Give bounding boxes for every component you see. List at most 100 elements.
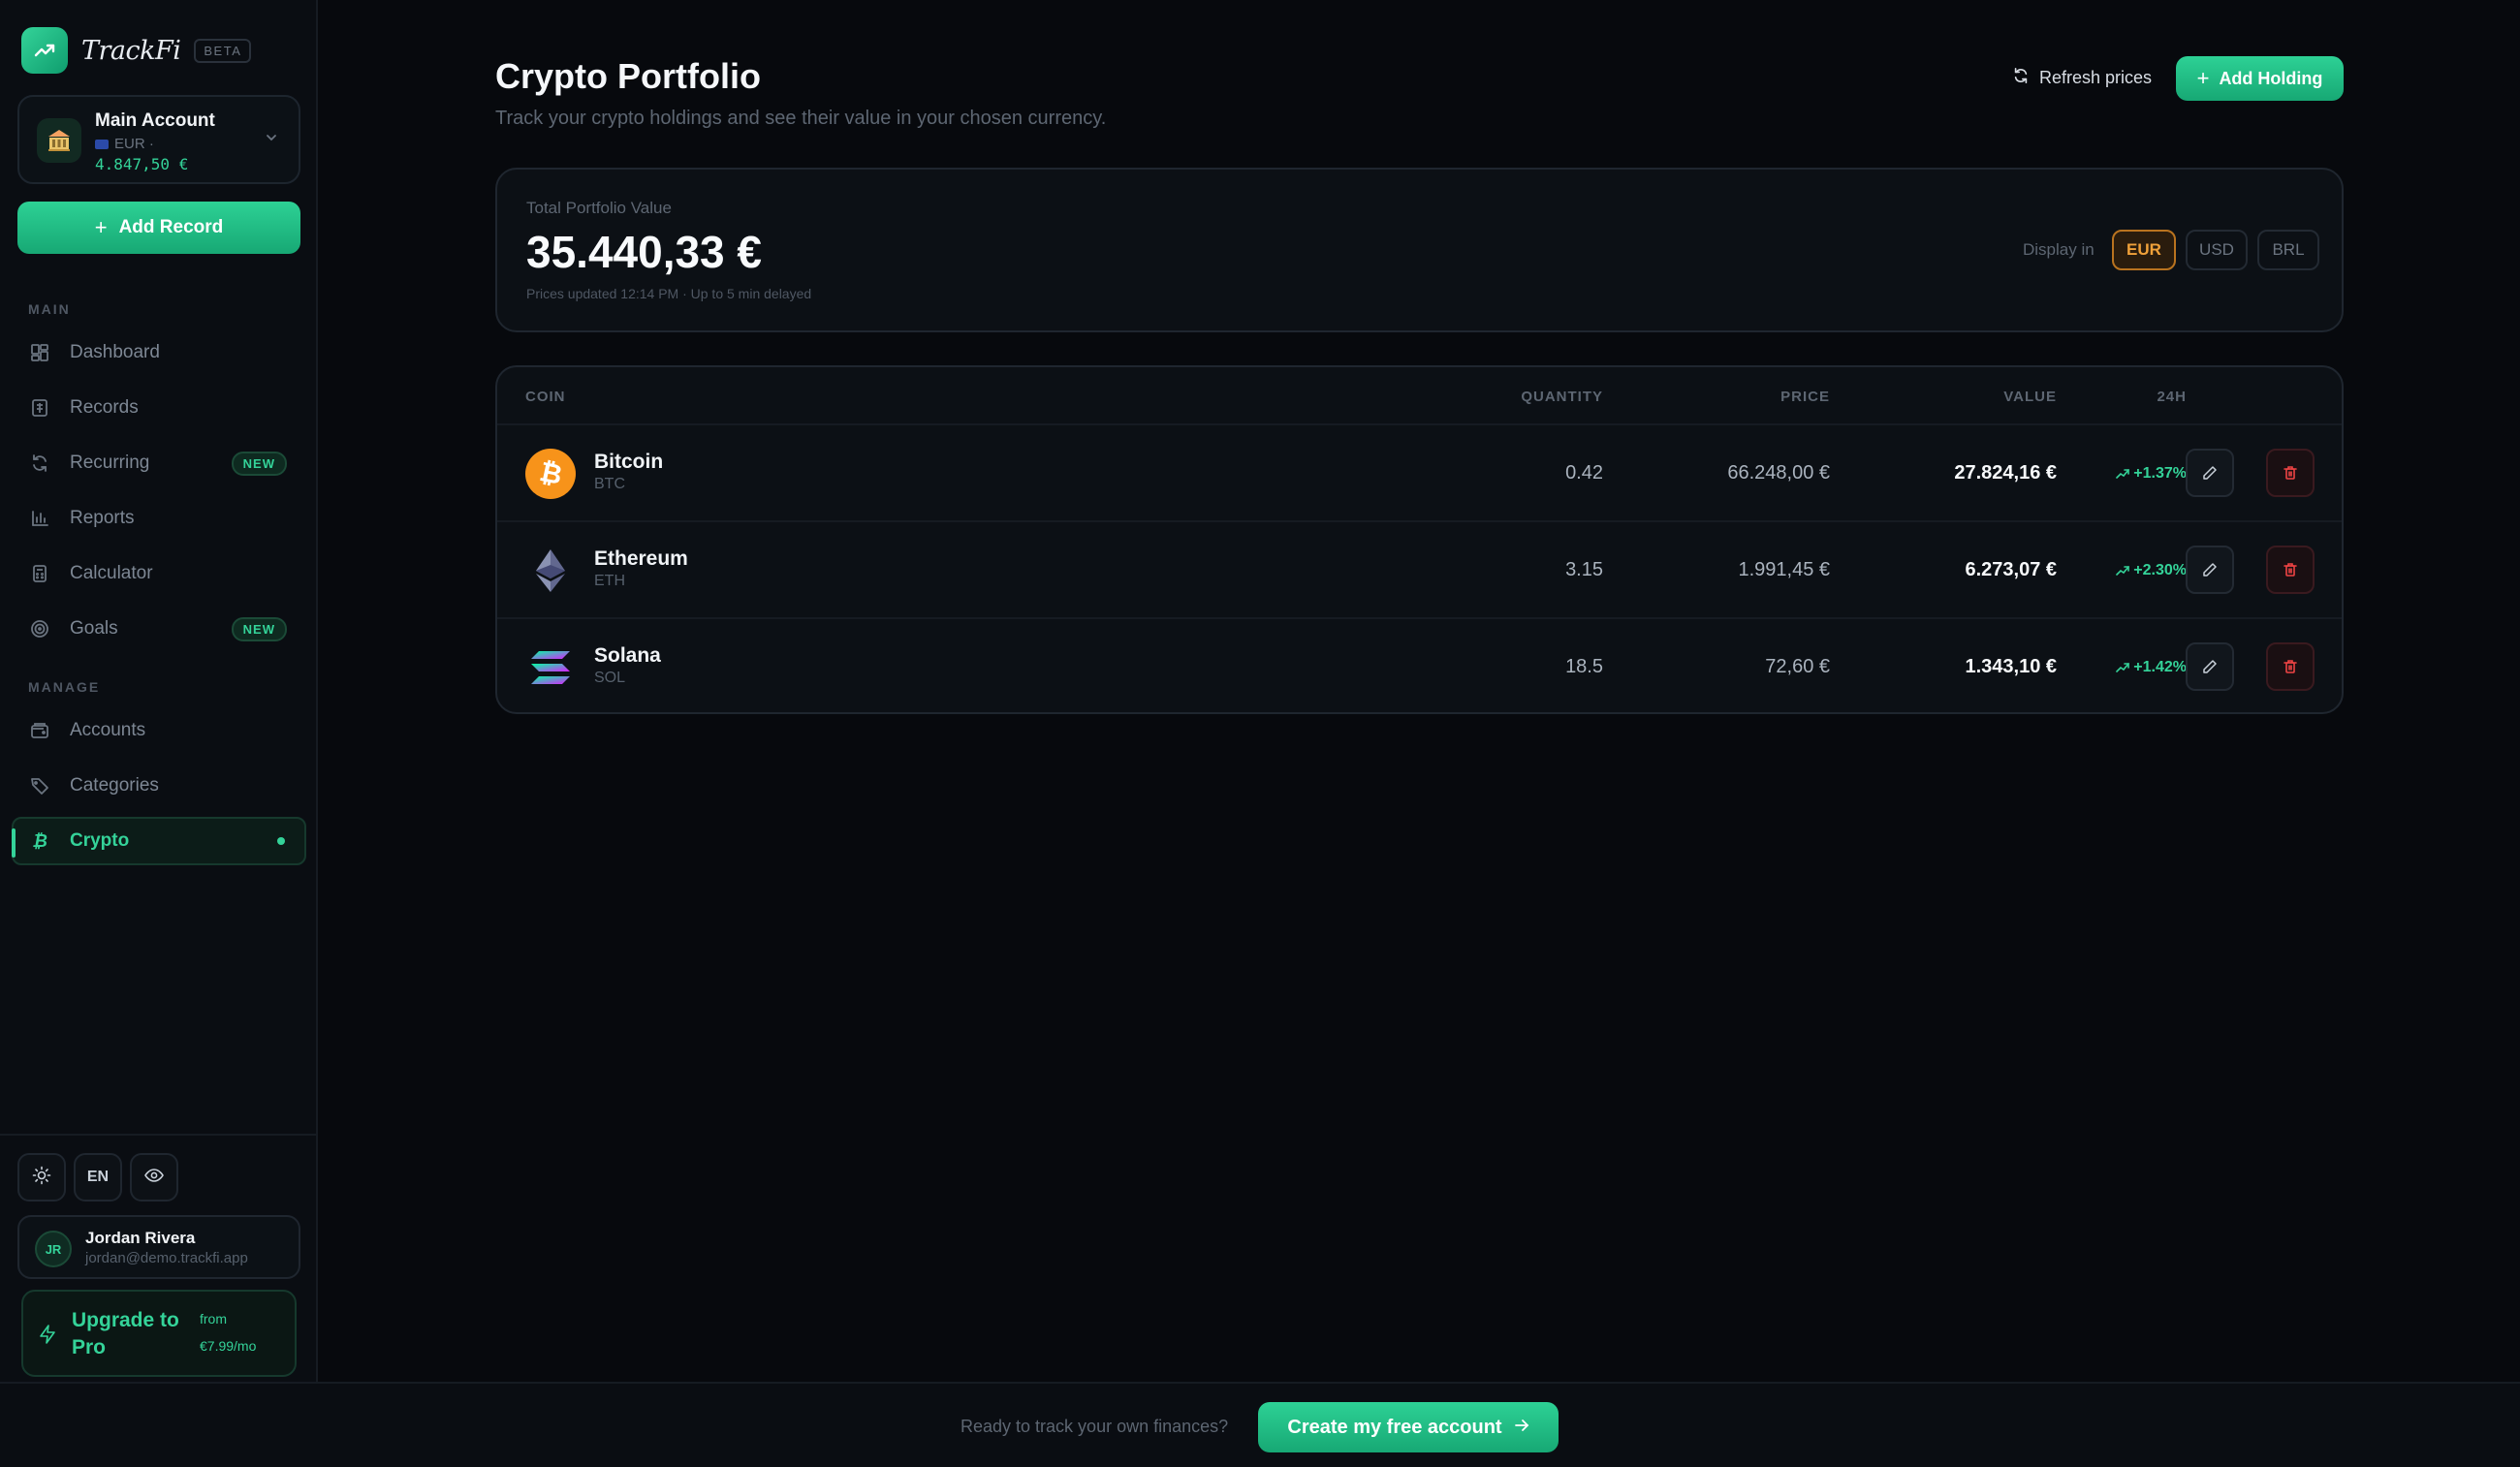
bitcoin-icon: ₿ xyxy=(32,830,47,851)
delete-button[interactable] xyxy=(2266,449,2315,497)
user-email: jordan@demo.trackfi.app xyxy=(85,1250,248,1266)
sidebar-item-recurring[interactable]: Recurring NEW xyxy=(14,439,304,487)
signup-banner: Ready to track your own finances? Create… xyxy=(0,1382,2520,1467)
nav-section-main: MAIN xyxy=(28,301,71,317)
sidebar-item-records[interactable]: Records xyxy=(14,384,304,432)
pencil-icon xyxy=(2203,466,2217,480)
user-profile[interactable]: JR Jordan Rivera jordan@demo.trackfi.app xyxy=(17,1215,300,1279)
new-badge: NEW xyxy=(231,616,287,641)
chevron-down-icon xyxy=(264,130,279,150)
refresh-icon xyxy=(2012,67,2030,89)
create-account-label: Create my free account xyxy=(1287,1416,1502,1438)
column-header-value: VALUE xyxy=(2003,389,2057,405)
goals-icon xyxy=(29,618,50,640)
coin-change-label: +2.30% xyxy=(2133,562,2187,578)
coin-quantity: 0.42 xyxy=(1565,462,1603,484)
sidebar-item-label: Dashboard xyxy=(70,342,160,362)
sidebar-item-reports[interactable]: Reports xyxy=(14,494,304,543)
brand-name: TrackFi xyxy=(81,35,181,66)
nav-section-manage: MANAGE xyxy=(28,679,101,695)
upgrade-button[interactable]: Upgrade to Pro from €7.99/mo xyxy=(21,1290,297,1377)
sidebar-divider xyxy=(0,1134,318,1136)
add-holding-button[interactable]: + Add Holding xyxy=(2176,56,2344,101)
sidebar-item-calculator[interactable]: Calculator xyxy=(14,549,304,598)
sidebar-item-label: Accounts xyxy=(70,720,146,740)
brand[interactable]: TrackFi BETA xyxy=(21,27,252,74)
user-name: Jordan Rivera xyxy=(85,1229,196,1247)
sidebar: TrackFi BETA Main Account EUR · 4.847,50… xyxy=(0,0,318,1382)
trash-icon xyxy=(2284,563,2297,577)
sidebar-item-categories[interactable]: Categories xyxy=(14,762,304,810)
tag-icon xyxy=(29,775,50,796)
display-in-label: Display in xyxy=(2023,240,2095,259)
coin-change: +1.37% xyxy=(2116,465,2187,483)
privacy-toggle-button[interactable] xyxy=(130,1153,178,1202)
coin-value: 6.273,07 € xyxy=(1965,559,2057,580)
sidebar-item-label: Goals xyxy=(70,618,118,639)
theme-toggle-button[interactable] xyxy=(17,1153,66,1202)
coin-price: 1.991,45 € xyxy=(1738,559,1830,580)
edit-button[interactable] xyxy=(2186,449,2234,497)
sidebar-item-dashboard[interactable]: Dashboard xyxy=(14,328,304,377)
wallet-icon xyxy=(29,720,50,741)
coin-price: 66.248,00 € xyxy=(1727,462,1830,484)
currency-eur-button[interactable]: EUR xyxy=(2112,230,2176,270)
add-record-button[interactable]: + Add Record xyxy=(17,202,300,254)
calculator-icon xyxy=(29,563,50,584)
coin-symbol: SOL xyxy=(594,670,626,686)
table-row: Ethereum ETH 3.15 1.991,45 € 6.273,07 € … xyxy=(497,522,2342,619)
reports-icon xyxy=(29,508,50,529)
eye-icon xyxy=(143,1165,165,1191)
delete-button[interactable] xyxy=(2266,642,2315,691)
plus-icon: + xyxy=(94,215,108,239)
create-account-button[interactable]: Create my free account xyxy=(1258,1402,1559,1452)
currency-usd-button[interactable]: USD xyxy=(2186,230,2248,270)
trending-up-icon xyxy=(2116,469,2130,479)
sidebar-item-label: Calculator xyxy=(70,563,153,583)
trash-icon xyxy=(2284,466,2297,480)
refresh-prices-button[interactable]: Refresh prices xyxy=(1999,56,2165,99)
language-button[interactable]: EN xyxy=(74,1153,122,1202)
column-header-24h: 24H xyxy=(2157,389,2187,405)
sidebar-item-label: Recurring xyxy=(70,453,150,473)
sidebar-item-label: Crypto xyxy=(70,830,130,851)
page-subtitle: Track your crypto holdings and see their… xyxy=(495,108,1107,129)
sidebar-item-label: Records xyxy=(70,397,139,418)
solana-icon xyxy=(525,642,576,693)
arrow-right-icon xyxy=(1514,1417,1529,1439)
delete-button[interactable] xyxy=(2266,546,2315,594)
account-currency: EUR · xyxy=(95,136,154,152)
add-record-label: Add Record xyxy=(118,217,224,237)
coin-symbol: BTC xyxy=(594,476,625,492)
account-currency-label: EUR · xyxy=(114,136,154,152)
sidebar-item-crypto[interactable]: ₿ Crypto xyxy=(12,817,306,865)
signup-prompt: Ready to track your own finances? xyxy=(961,1417,1229,1436)
bank-icon xyxy=(37,118,81,163)
trending-up-icon xyxy=(21,27,68,74)
beta-badge: BETA xyxy=(194,38,252,63)
upgrade-price: €7.99/mo xyxy=(200,1338,257,1354)
add-holding-label: Add Holding xyxy=(2219,68,2323,88)
column-header-quantity: QUANTITY xyxy=(1521,389,1603,405)
refresh-label: Refresh prices xyxy=(2039,67,2153,87)
portfolio-summary: Total Portfolio Value 35.440,33 € Prices… xyxy=(495,168,2344,332)
coin-name: Ethereum xyxy=(594,547,688,570)
coin-change: +2.30% xyxy=(2116,562,2187,579)
pencil-icon xyxy=(2203,660,2217,673)
total-value: 35.440,33 € xyxy=(526,227,763,277)
new-badge: NEW xyxy=(231,451,287,476)
edit-button[interactable] xyxy=(2186,546,2234,594)
account-switcher[interactable]: Main Account EUR · 4.847,50 € xyxy=(17,95,300,184)
trash-icon xyxy=(2284,660,2297,673)
pencil-icon xyxy=(2203,563,2217,577)
lightning-icon xyxy=(39,1325,56,1349)
edit-button[interactable] xyxy=(2186,642,2234,691)
coin-change-label: +1.37% xyxy=(2133,465,2187,482)
sidebar-item-label: Reports xyxy=(70,508,135,528)
sidebar-item-goals[interactable]: Goals NEW xyxy=(14,605,304,653)
account-name: Main Account xyxy=(95,110,215,131)
coin-name: Bitcoin xyxy=(594,451,664,473)
currency-brl-button[interactable]: BRL xyxy=(2257,230,2319,270)
sidebar-item-accounts[interactable]: Accounts xyxy=(14,706,304,755)
coin-change: +1.42% xyxy=(2116,659,2187,676)
